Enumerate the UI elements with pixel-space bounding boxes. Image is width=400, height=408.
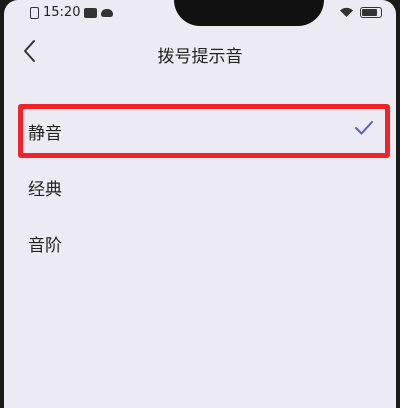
page-title: 拨号提示音	[157, 47, 243, 67]
status-bar: 15:20	[4, 0, 396, 26]
cloud-icon	[101, 8, 114, 17]
option-label: 经典	[28, 180, 62, 200]
status-right	[339, 6, 382, 18]
camera-notch	[174, 0, 324, 26]
option-label: 音阶	[28, 236, 62, 256]
option-scale[interactable]: 音阶	[4, 216, 396, 272]
wifi-icon	[340, 7, 353, 17]
sim-icon	[30, 6, 39, 19]
option-silent[interactable]: 静音	[4, 104, 396, 160]
battery-icon	[360, 6, 382, 18]
status-left: 15:20	[30, 5, 114, 20]
mail-icon	[84, 7, 98, 18]
phone-screen: 15:20 拨号提示音 静音 经典 音阶	[4, 0, 396, 408]
page-header: 拨号提示音	[4, 30, 396, 76]
option-label: 静音	[28, 124, 62, 144]
ringtone-option-list: 静音 经典 音阶	[4, 104, 396, 272]
checkmark-icon	[355, 121, 373, 135]
option-classic[interactable]: 经典	[4, 160, 396, 216]
status-time: 15:20	[43, 5, 81, 20]
